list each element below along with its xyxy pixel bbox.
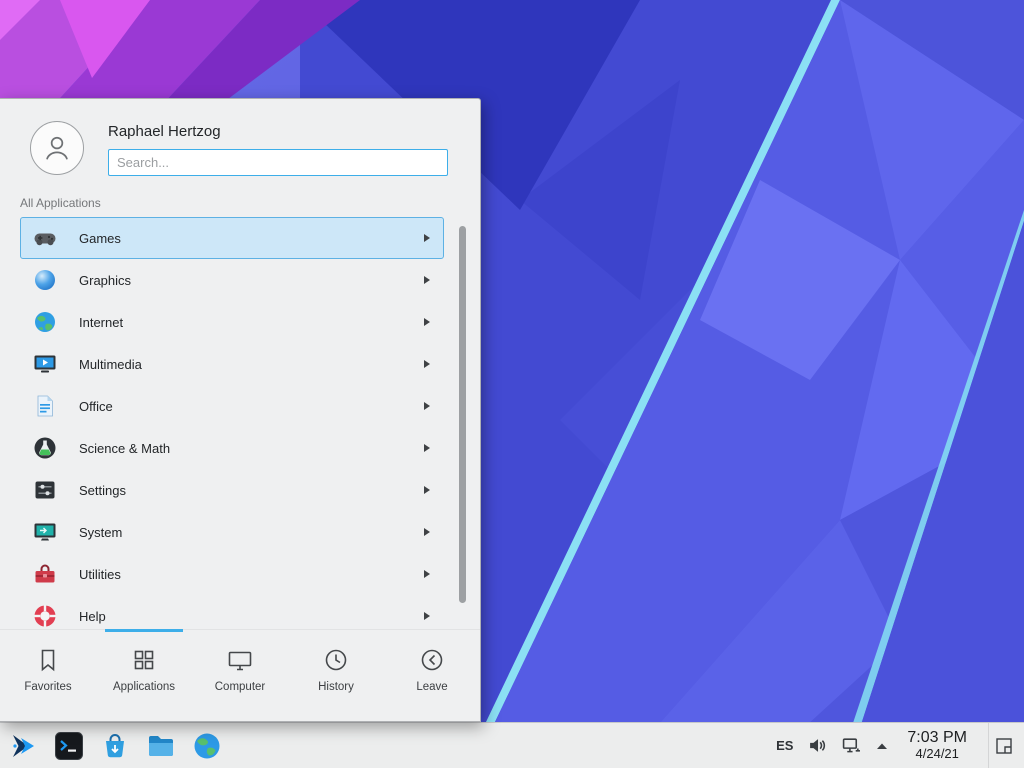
tab-computer[interactable]: Computer — [192, 630, 288, 721]
launcher-header: Raphael Hertzog — [0, 99, 480, 180]
submenu-arrow-icon — [423, 569, 435, 579]
menu-item-help[interactable]: Help — [20, 595, 444, 629]
menu-item-science-math[interactable]: Science & Math — [20, 427, 444, 469]
computer-icon — [226, 646, 254, 674]
kickoff-icon — [8, 731, 38, 761]
user-icon — [41, 132, 73, 164]
volume-button[interactable] — [808, 736, 827, 755]
science-icon — [33, 436, 57, 460]
web-browser-launcher-button[interactable] — [191, 730, 223, 762]
show-desktop-button[interactable] — [988, 723, 1018, 768]
graphics-icon — [33, 268, 57, 292]
system-tray: ES 7:03 PM 4/24/21 — [776, 723, 1024, 768]
help-icon — [33, 604, 57, 628]
system-icon — [33, 520, 57, 544]
category-list: Games Graphics — [0, 217, 480, 629]
menu-item-label: Office — [79, 399, 113, 414]
menu-item-settings[interactable]: Settings — [20, 469, 444, 511]
submenu-arrow-icon — [423, 275, 435, 285]
tab-label: Favorites — [24, 681, 71, 693]
favorites-icon — [34, 646, 62, 674]
menu-item-label: Utilities — [79, 567, 121, 582]
settings-icon — [33, 478, 57, 502]
expand-tray-button[interactable] — [876, 742, 888, 750]
terminal-launcher-button[interactable] — [53, 730, 85, 762]
menu-item-multimedia[interactable]: Multimedia — [20, 343, 444, 385]
submenu-arrow-icon — [423, 317, 435, 327]
launcher-tabbar: Favorites Applications Computer History — [0, 629, 480, 721]
file-manager-launcher-button[interactable] — [145, 730, 177, 762]
tab-label: Leave — [416, 681, 447, 693]
menu-item-label: Science & Math — [79, 441, 170, 456]
tab-applications[interactable]: Applications — [96, 630, 192, 721]
dolphin-icon — [146, 731, 176, 761]
submenu-arrow-icon — [423, 443, 435, 453]
menu-item-games[interactable]: Games — [20, 217, 444, 259]
submenu-arrow-icon — [423, 233, 435, 243]
clock-time: 7:03 PM — [907, 729, 967, 747]
office-icon — [33, 394, 57, 418]
taskbar-panel: ES 7:03 PM 4/24/21 — [0, 722, 1024, 768]
menu-item-label: Internet — [79, 315, 123, 330]
applications-icon — [130, 646, 158, 674]
internet-icon — [33, 310, 57, 334]
show-desktop-icon — [995, 737, 1013, 755]
konsole-icon — [54, 731, 84, 761]
application-launcher-button[interactable] — [7, 730, 39, 762]
submenu-arrow-icon — [423, 401, 435, 411]
menu-item-internet[interactable]: Internet — [20, 301, 444, 343]
menu-item-label: Help — [79, 609, 106, 624]
tab-favorites[interactable]: Favorites — [0, 630, 96, 721]
menu-item-system[interactable]: System — [20, 511, 444, 553]
tab-label: Applications — [113, 681, 175, 693]
search-input[interactable] — [108, 149, 448, 176]
submenu-arrow-icon — [423, 485, 435, 495]
menu-item-label: Games — [79, 231, 121, 246]
tab-label: Computer — [215, 681, 266, 693]
leave-icon — [418, 646, 446, 674]
history-icon — [322, 646, 350, 674]
clock[interactable]: 7:03 PM 4/24/21 — [903, 729, 971, 762]
tab-history[interactable]: History — [288, 630, 384, 721]
keyboard-layout-indicator[interactable]: ES — [776, 738, 793, 753]
clock-date: 4/24/21 — [916, 747, 959, 762]
submenu-arrow-icon — [423, 527, 435, 537]
user-name: Raphael Hertzog — [108, 123, 448, 140]
expand-tray-icon — [876, 742, 888, 750]
games-icon — [33, 226, 57, 250]
menu-item-graphics[interactable]: Graphics — [20, 259, 444, 301]
menu-item-label: System — [79, 525, 122, 540]
discover-launcher-button[interactable] — [99, 730, 131, 762]
network-button[interactable] — [842, 736, 861, 755]
volume-icon — [808, 736, 827, 755]
discover-icon — [100, 731, 130, 761]
application-launcher-popup: Raphael Hertzog All Applications Games — [0, 98, 481, 722]
globe-icon — [192, 731, 222, 761]
tab-label: History — [318, 681, 354, 693]
menu-item-label: Graphics — [79, 273, 131, 288]
menu-item-utilities[interactable]: Utilities — [20, 553, 444, 595]
menu-item-label: Settings — [79, 483, 126, 498]
menu-item-office[interactable]: Office — [20, 385, 444, 427]
scrollbar[interactable] — [459, 226, 466, 603]
submenu-arrow-icon — [423, 611, 435, 621]
multimedia-icon — [33, 352, 57, 376]
tab-leave[interactable]: Leave — [384, 630, 480, 721]
user-avatar[interactable] — [30, 121, 84, 175]
menu-item-label: Multimedia — [79, 357, 142, 372]
submenu-arrow-icon — [423, 359, 435, 369]
utilities-icon — [33, 562, 57, 586]
section-label: All Applications — [0, 180, 480, 217]
header-right: Raphael Hertzog — [108, 121, 448, 176]
network-icon — [842, 736, 861, 755]
